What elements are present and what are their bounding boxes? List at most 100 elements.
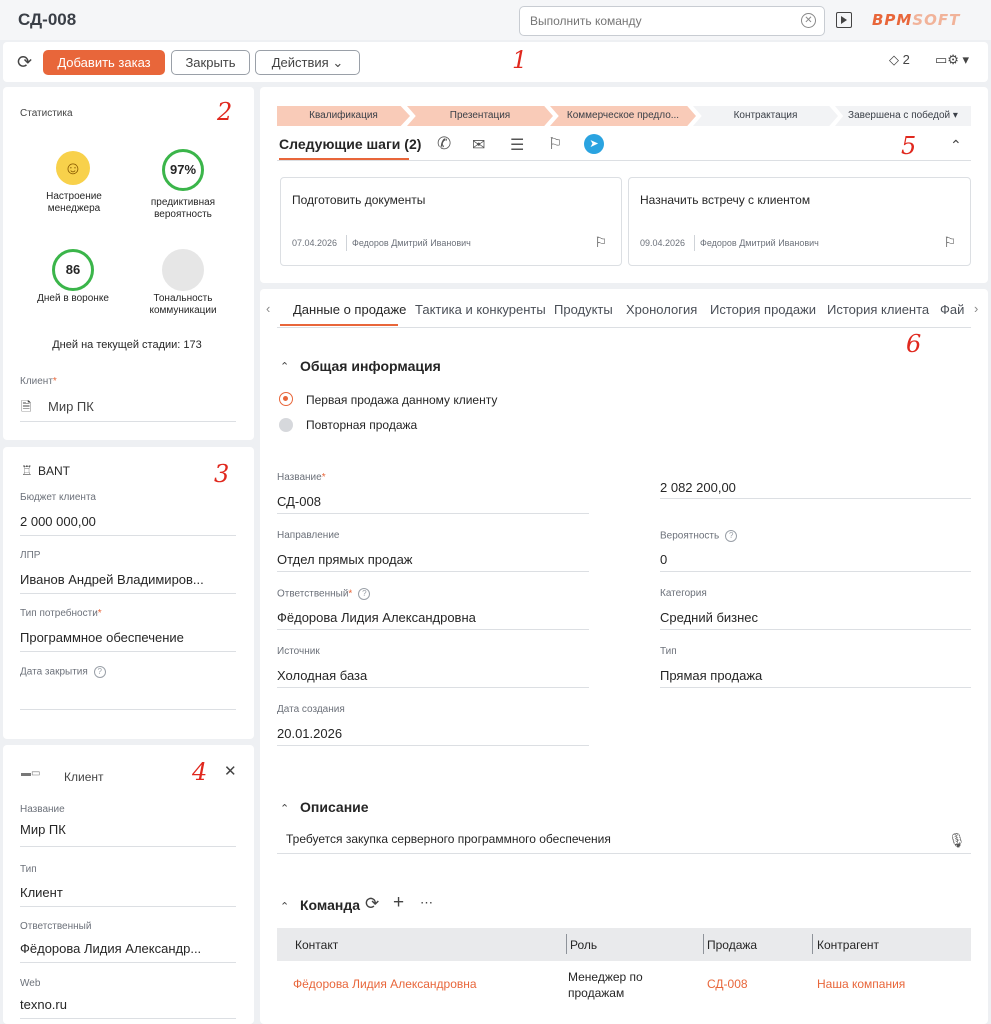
refresh-icon[interactable]: ⟳ xyxy=(365,894,379,914)
more-icon[interactable]: ⋯ xyxy=(420,895,433,911)
tab-underline xyxy=(280,324,398,326)
divider xyxy=(812,934,813,954)
add-order-button[interactable]: Добавить заказ xyxy=(43,50,165,75)
command-box[interactable]: ✕ xyxy=(519,6,825,36)
description-text[interactable]: Требуется закупка серверного программног… xyxy=(286,832,611,846)
page-settings-icon[interactable]: ▭⚙ ▾ xyxy=(935,52,969,68)
smile-icon: ☺ xyxy=(56,151,90,185)
microphone-icon[interactable]: 🎙 xyxy=(948,832,966,849)
client-value[interactable]: Мир ПК xyxy=(48,399,94,414)
tabs-prev-icon[interactable]: ‹ xyxy=(266,301,270,316)
refresh-icon[interactable]: ⟳ xyxy=(17,52,32,73)
stage-qualification[interactable]: Квалификация xyxy=(277,106,410,126)
chevron-up-icon[interactable]: ⌃ xyxy=(280,802,289,815)
category-value[interactable]: Средний бизнес xyxy=(660,610,758,625)
client-name-value[interactable]: Мир ПК xyxy=(20,822,66,837)
column-counterparty[interactable]: Контрагент xyxy=(817,938,879,952)
radio-first-sale[interactable] xyxy=(279,392,293,406)
created-value[interactable]: 20.01.2026 xyxy=(277,726,342,741)
radio-repeat-label: Повторная продажа xyxy=(306,418,418,432)
client-type-value[interactable]: Клиент xyxy=(20,885,63,900)
stats-title: Статистика xyxy=(20,108,73,119)
telegram-icon[interactable]: ➤ xyxy=(584,134,604,154)
run-icon[interactable] xyxy=(836,12,852,28)
need-value[interactable]: Программное обеспечение xyxy=(20,630,184,645)
next-steps-title[interactable]: Следующие шаги (2) xyxy=(279,136,421,152)
divider xyxy=(277,745,589,746)
tabs-next-icon[interactable]: › xyxy=(974,301,978,316)
column-contact[interactable]: Контакт xyxy=(295,938,338,952)
divider xyxy=(20,593,236,594)
tab-timeline[interactable]: Хронология xyxy=(626,302,697,317)
source-value[interactable]: Холодная база xyxy=(277,668,367,683)
stage-presentation[interactable]: Презентация xyxy=(407,106,553,126)
email-icon[interactable]: ✉ xyxy=(472,135,485,155)
collapse-icon[interactable]: ⌃ xyxy=(950,137,962,154)
team-sale[interactable]: СД-008 xyxy=(707,977,748,991)
owner-value[interactable]: Фёдорова Лидия Александровна xyxy=(277,610,476,625)
chevron-up-icon[interactable]: ⌃ xyxy=(280,900,289,913)
divider xyxy=(660,571,971,572)
tab-sale-data[interactable]: Данные о продаже xyxy=(293,302,406,317)
section-general-title[interactable]: Общая информация xyxy=(300,358,441,374)
close-icon[interactable]: ✕ xyxy=(224,762,237,780)
team-counterparty[interactable]: Наша компания xyxy=(817,977,905,991)
divider xyxy=(20,709,236,710)
section-team-title[interactable]: Команда xyxy=(300,897,360,913)
chevron-up-icon[interactable]: ⌃ xyxy=(280,360,289,373)
note-icon[interactable]: ☰ xyxy=(510,135,524,155)
tab-client-history[interactable]: История клиента xyxy=(827,302,929,317)
tag-icon: ◇ xyxy=(889,52,899,67)
stage-won[interactable]: Завершена с победой ▾ xyxy=(835,106,971,126)
divider xyxy=(277,629,589,630)
column-sale[interactable]: Продажа xyxy=(707,938,757,952)
command-input[interactable] xyxy=(520,7,790,35)
lpr-value[interactable]: Иванов Андрей Владимиров... xyxy=(20,572,204,587)
client-label: Клиент* xyxy=(20,376,57,387)
actions-label: Действия xyxy=(271,55,329,70)
close-button[interactable]: Закрыть xyxy=(171,50,250,75)
task-card[interactable]: Подготовить документы 07.04.2026 Федоров… xyxy=(280,177,622,266)
section-description-title[interactable]: Описание xyxy=(300,799,369,815)
client-owner-label: Ответственный xyxy=(20,921,92,932)
client-owner-value[interactable]: Фёдорова Лидия Александр... xyxy=(20,941,201,956)
divider xyxy=(20,846,236,847)
probability-field-value[interactable]: 0 xyxy=(660,552,667,567)
direction-value[interactable]: Отдел прямых продаж xyxy=(277,552,413,567)
add-icon[interactable]: + xyxy=(393,892,404,914)
close-date-label: Дата закрытия? xyxy=(20,666,106,678)
divider xyxy=(660,629,971,630)
web-value[interactable]: texno.ru xyxy=(20,997,67,1012)
name-value[interactable]: СД-008 xyxy=(277,494,321,509)
tab-sale-history[interactable]: История продажи xyxy=(710,302,816,317)
team-contact[interactable]: Фёдорова Лидия Александровна xyxy=(293,977,477,991)
owner-label: Ответственный*? xyxy=(277,588,371,600)
phone-icon[interactable]: ✆ xyxy=(437,134,451,154)
flag-icon[interactable]: ⚐ xyxy=(548,134,562,154)
tags-button[interactable]: ◇ 2 xyxy=(889,52,910,68)
tab-tactics[interactable]: Тактика и конкуренты xyxy=(415,302,546,317)
task-card[interactable]: Назначить встречу с клиентом 09.04.2026 … xyxy=(628,177,971,266)
direction-label: Направление xyxy=(277,530,340,541)
tab-products[interactable]: Продукты xyxy=(554,302,613,317)
stage-offer[interactable]: Коммерческое предло... xyxy=(550,106,696,126)
flag-icon[interactable]: ⚐ xyxy=(594,234,607,251)
client-logo-icon: ▬▭ xyxy=(21,768,41,779)
clear-icon[interactable]: ✕ xyxy=(801,13,816,28)
team-role: Менеджер по продажам xyxy=(568,970,643,1000)
radio-repeat-sale[interactable] xyxy=(279,418,293,432)
budget-value[interactable]: 2 000 000,00 xyxy=(20,514,96,529)
actions-button[interactable]: Действия ⌄ xyxy=(255,50,360,75)
stage-contracting[interactable]: Контрактация xyxy=(693,106,838,126)
column-role[interactable]: Роль xyxy=(570,938,597,952)
amount-value[interactable]: 2 082 200,00 xyxy=(660,480,736,495)
task-title: Назначить встречу с клиентом xyxy=(640,193,811,207)
type-value[interactable]: Прямая продажа xyxy=(660,668,762,683)
divider xyxy=(277,687,589,688)
divider xyxy=(277,571,589,572)
tab-files[interactable]: Фай xyxy=(940,302,964,317)
tone-label: Тональность коммуникации xyxy=(149,293,217,316)
tag-count: 2 xyxy=(902,52,910,67)
web-label: Web xyxy=(20,978,41,989)
flag-icon[interactable]: ⚐ xyxy=(943,234,956,251)
